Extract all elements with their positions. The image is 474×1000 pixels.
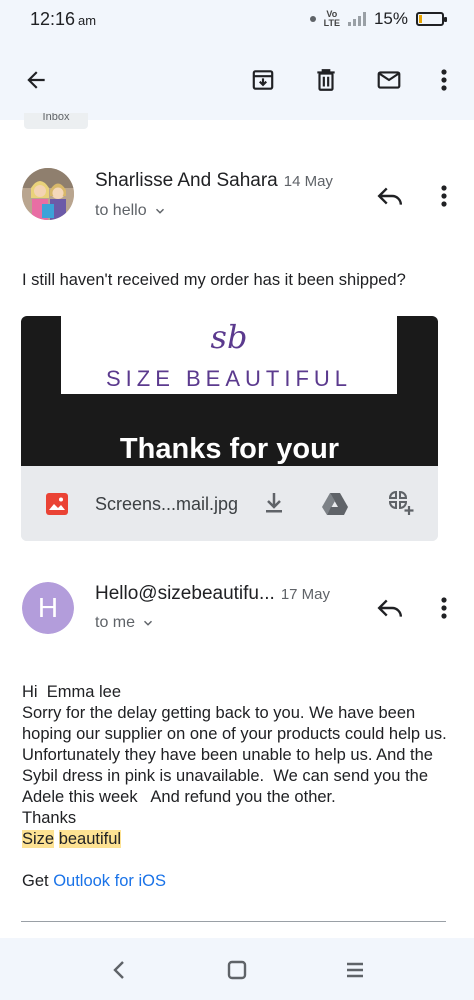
- back-arrow-icon[interactable]: [16, 60, 56, 100]
- thanks-line: Thanks: [22, 809, 77, 827]
- message-toolbar: [0, 40, 474, 120]
- delete-icon[interactable]: [306, 60, 346, 100]
- status-bar: 12:16 am Vo LTE 15%: [0, 0, 474, 40]
- sender-name[interactable]: Hello@sizebeautifu... 17 May: [95, 583, 330, 605]
- preview-caption: Thanks for your: [119, 433, 340, 465]
- reply-icon[interactable]: [372, 178, 408, 214]
- more-vert-icon[interactable]: [424, 60, 464, 100]
- avatar-letter: H: [22, 582, 74, 634]
- message-body: I still haven't received my order has it…: [22, 271, 406, 289]
- message-body: Hi Emma lee Sorry for the delay getting …: [22, 682, 452, 892]
- preview-logo-banner: sb SIZE BEAUTIFUL: [61, 316, 397, 394]
- save-to-drive-icon[interactable]: [317, 485, 353, 521]
- chevron-down-icon: [144, 620, 153, 626]
- greeting-line: Hi Emma lee: [22, 683, 122, 701]
- battery-percent: 15%: [373, 9, 408, 28]
- divider: [21, 921, 446, 922]
- message-more-icon[interactable]: [426, 178, 462, 214]
- clock: 12:16 am: [30, 9, 97, 29]
- archive-icon[interactable]: [243, 60, 283, 100]
- download-icon[interactable]: [256, 485, 292, 521]
- message-more-icon[interactable]: [426, 590, 462, 626]
- sender-name[interactable]: Sharlisse And Sahara 14 May: [95, 170, 333, 192]
- email-footer: Get Outlook for iOS: [22, 871, 452, 892]
- nav-home-icon[interactable]: [221, 954, 253, 986]
- footer-text: Get: [22, 872, 54, 890]
- avatar[interactable]: H: [22, 582, 74, 634]
- signal-icon: [347, 12, 366, 26]
- volte-indicator: Vo LTE: [323, 9, 340, 28]
- avatar[interactable]: [22, 168, 74, 220]
- image-file-icon: [45, 492, 69, 521]
- message-date: 17 May: [280, 586, 331, 603]
- attachment-preview[interactable]: sb SIZE BEAUTIFUL Thanks for your: [21, 316, 438, 466]
- recipient-label: to me: [95, 614, 136, 631]
- preview-logo-script: sb: [210, 318, 248, 356]
- recipient-details[interactable]: to me: [95, 614, 155, 632]
- highlighted-word: Size: [22, 830, 55, 848]
- chevron-down-icon: [155, 208, 164, 214]
- inbox-label-chip[interactable]: Inbox: [24, 113, 88, 129]
- outlook-ios-link[interactable]: Outlook for iOS: [53, 872, 166, 890]
- battery-icon: [416, 12, 447, 26]
- nav-menu-icon[interactable]: [339, 954, 371, 986]
- message-date: 14 May: [283, 173, 333, 190]
- reply-icon[interactable]: [372, 590, 408, 626]
- system-nav-bar: [0, 938, 474, 1000]
- attachment-info-bar: Screens...mail.jpg: [21, 466, 438, 541]
- notification-dot: [309, 16, 316, 22]
- nav-back-icon[interactable]: [103, 954, 135, 986]
- attachment-card[interactable]: sb SIZE BEAUTIFUL Thanks for your Screen…: [21, 316, 438, 541]
- preview-logo-text: SIZE BEAUTIFUL: [105, 366, 353, 391]
- recipient-label: to hello: [95, 202, 147, 219]
- signature: Size beautiful: [22, 829, 452, 850]
- highlighted-word: beautiful: [58, 830, 122, 848]
- message-paragraph: Sorry for the delay getting back to you.…: [22, 704, 456, 806]
- add-to-photos-icon[interactable]: [383, 485, 419, 521]
- mark-unread-icon[interactable]: [369, 60, 409, 100]
- recipient-details[interactable]: to hello: [95, 202, 167, 220]
- attachment-file-name: Screens...mail.jpg: [95, 494, 239, 514]
